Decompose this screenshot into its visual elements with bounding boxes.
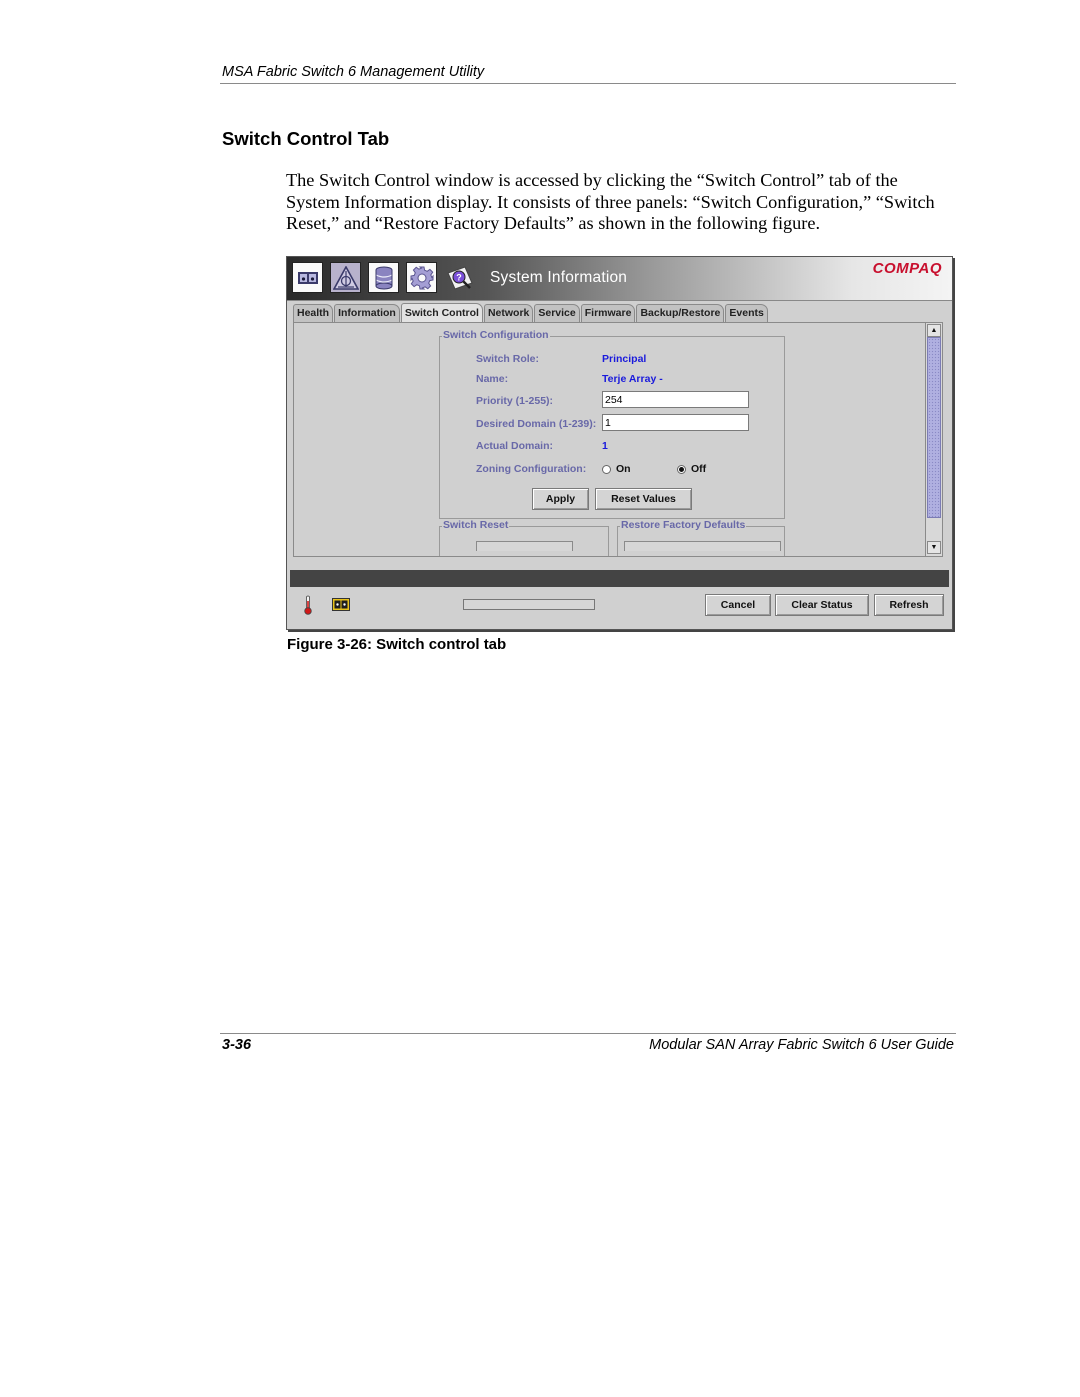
cancel-button[interactable]: Cancel [705, 594, 771, 616]
desired-domain-input[interactable] [602, 414, 749, 431]
zoning-off-radio[interactable]: Off [677, 463, 706, 475]
help-button[interactable]: ? [444, 262, 475, 293]
zoning-configuration-label: Zoning Configuration: [476, 463, 587, 475]
vertical-scrollbar[interactable]: ▲ ▼ [925, 323, 942, 556]
fabric-topology-button[interactable] [330, 262, 361, 293]
running-header: MSA Fabric Switch 6 Management Utility [222, 64, 485, 80]
scroll-down-arrow-icon[interactable]: ▼ [927, 541, 941, 554]
restore-factory-defaults-button[interactable] [624, 541, 781, 551]
restore-factory-defaults-group: Restore Factory Defaults [617, 519, 785, 556]
switch-configuration-group: Switch Configuration Switch Role: Princi… [439, 329, 785, 519]
priority-label: Priority (1-255): [476, 395, 554, 407]
window-title: System Information [490, 269, 628, 286]
section-title: Switch Control Tab [222, 128, 390, 149]
compaq-logo: COMPAQ [872, 260, 942, 277]
actual-domain-value: 1 [602, 440, 608, 452]
footer-guide-title: Modular SAN Array Fabric Switch 6 User G… [649, 1037, 954, 1053]
reset-values-button[interactable]: Reset Values [595, 488, 692, 510]
switch-view-button[interactable] [292, 262, 323, 293]
progress-bar [463, 599, 595, 610]
name-value: Terje Array - [602, 373, 663, 385]
zoning-off-label: Off [691, 463, 707, 475]
scroll-thumb[interactable] [927, 337, 941, 518]
switch-reset-button[interactable] [476, 541, 573, 551]
tab-firmware[interactable]: Firmware [580, 304, 636, 322]
tab-strip: Health Information Switch Control Networ… [293, 303, 769, 322]
tab-network[interactable]: Network [483, 304, 534, 322]
apply-button[interactable]: Apply [532, 488, 589, 510]
database-button[interactable] [368, 262, 399, 293]
switch-reset-group: Switch Reset [439, 519, 609, 556]
name-label: Name: [476, 373, 509, 385]
svg-text:?: ? [456, 272, 462, 282]
restore-factory-defaults-legend: Restore Factory Defaults [620, 519, 747, 531]
switch-role-label: Switch Role: [476, 353, 540, 365]
switch-configuration-legend: Switch Configuration [442, 329, 550, 341]
figure-caption: Figure 3-26: Switch control tab [287, 636, 507, 653]
switch-control-panel: Switch Configuration Switch Role: Princi… [293, 322, 943, 557]
body-paragraph: The Switch Control window is accessed by… [286, 170, 935, 233]
page-number: 3-36 [222, 1037, 252, 1053]
status-message-strip [290, 570, 949, 587]
thermometer-icon [304, 595, 312, 615]
tab-information[interactable]: Information [334, 304, 400, 322]
tab-switch-control[interactable]: Switch Control [400, 303, 483, 322]
scroll-up-arrow-icon[interactable]: ▲ [927, 324, 941, 337]
tab-service[interactable]: Service [534, 304, 580, 322]
settings-button[interactable] [406, 262, 437, 293]
priority-input[interactable] [602, 391, 749, 408]
refresh-button[interactable]: Refresh [874, 594, 944, 616]
clear-status-button[interactable]: Clear Status [775, 594, 869, 616]
help-magnifier-icon: ? [446, 265, 473, 290]
tab-events[interactable]: Events [725, 304, 768, 322]
switch-status-icon [332, 598, 350, 611]
bottom-bar: Cancel Clear Status Refresh [287, 589, 952, 629]
radio-checked-icon [677, 464, 686, 474]
tab-health[interactable]: Health [293, 304, 334, 322]
footer-rule [220, 1033, 956, 1034]
system-information-window: ? System Information COMPAQ Health Infor… [286, 256, 953, 630]
database-icon [375, 266, 392, 289]
actual-domain-label: Actual Domain: [476, 440, 554, 452]
switch-view-icon [297, 271, 318, 284]
switch-role-value: Principal [602, 353, 647, 365]
switch-reset-legend: Switch Reset [442, 519, 510, 531]
radio-unchecked-icon [602, 464, 611, 474]
desired-domain-label: Desired Domain (1-239): [476, 418, 597, 430]
title-bar: ? System Information COMPAQ [287, 257, 952, 301]
gear-icon [410, 266, 433, 289]
zoning-on-label: On [616, 463, 631, 475]
zoning-on-radio[interactable]: On [602, 463, 631, 475]
tab-backup-restore[interactable]: Backup/Restore [636, 304, 725, 322]
header-rule [220, 83, 956, 84]
fabric-topology-icon [332, 265, 359, 290]
